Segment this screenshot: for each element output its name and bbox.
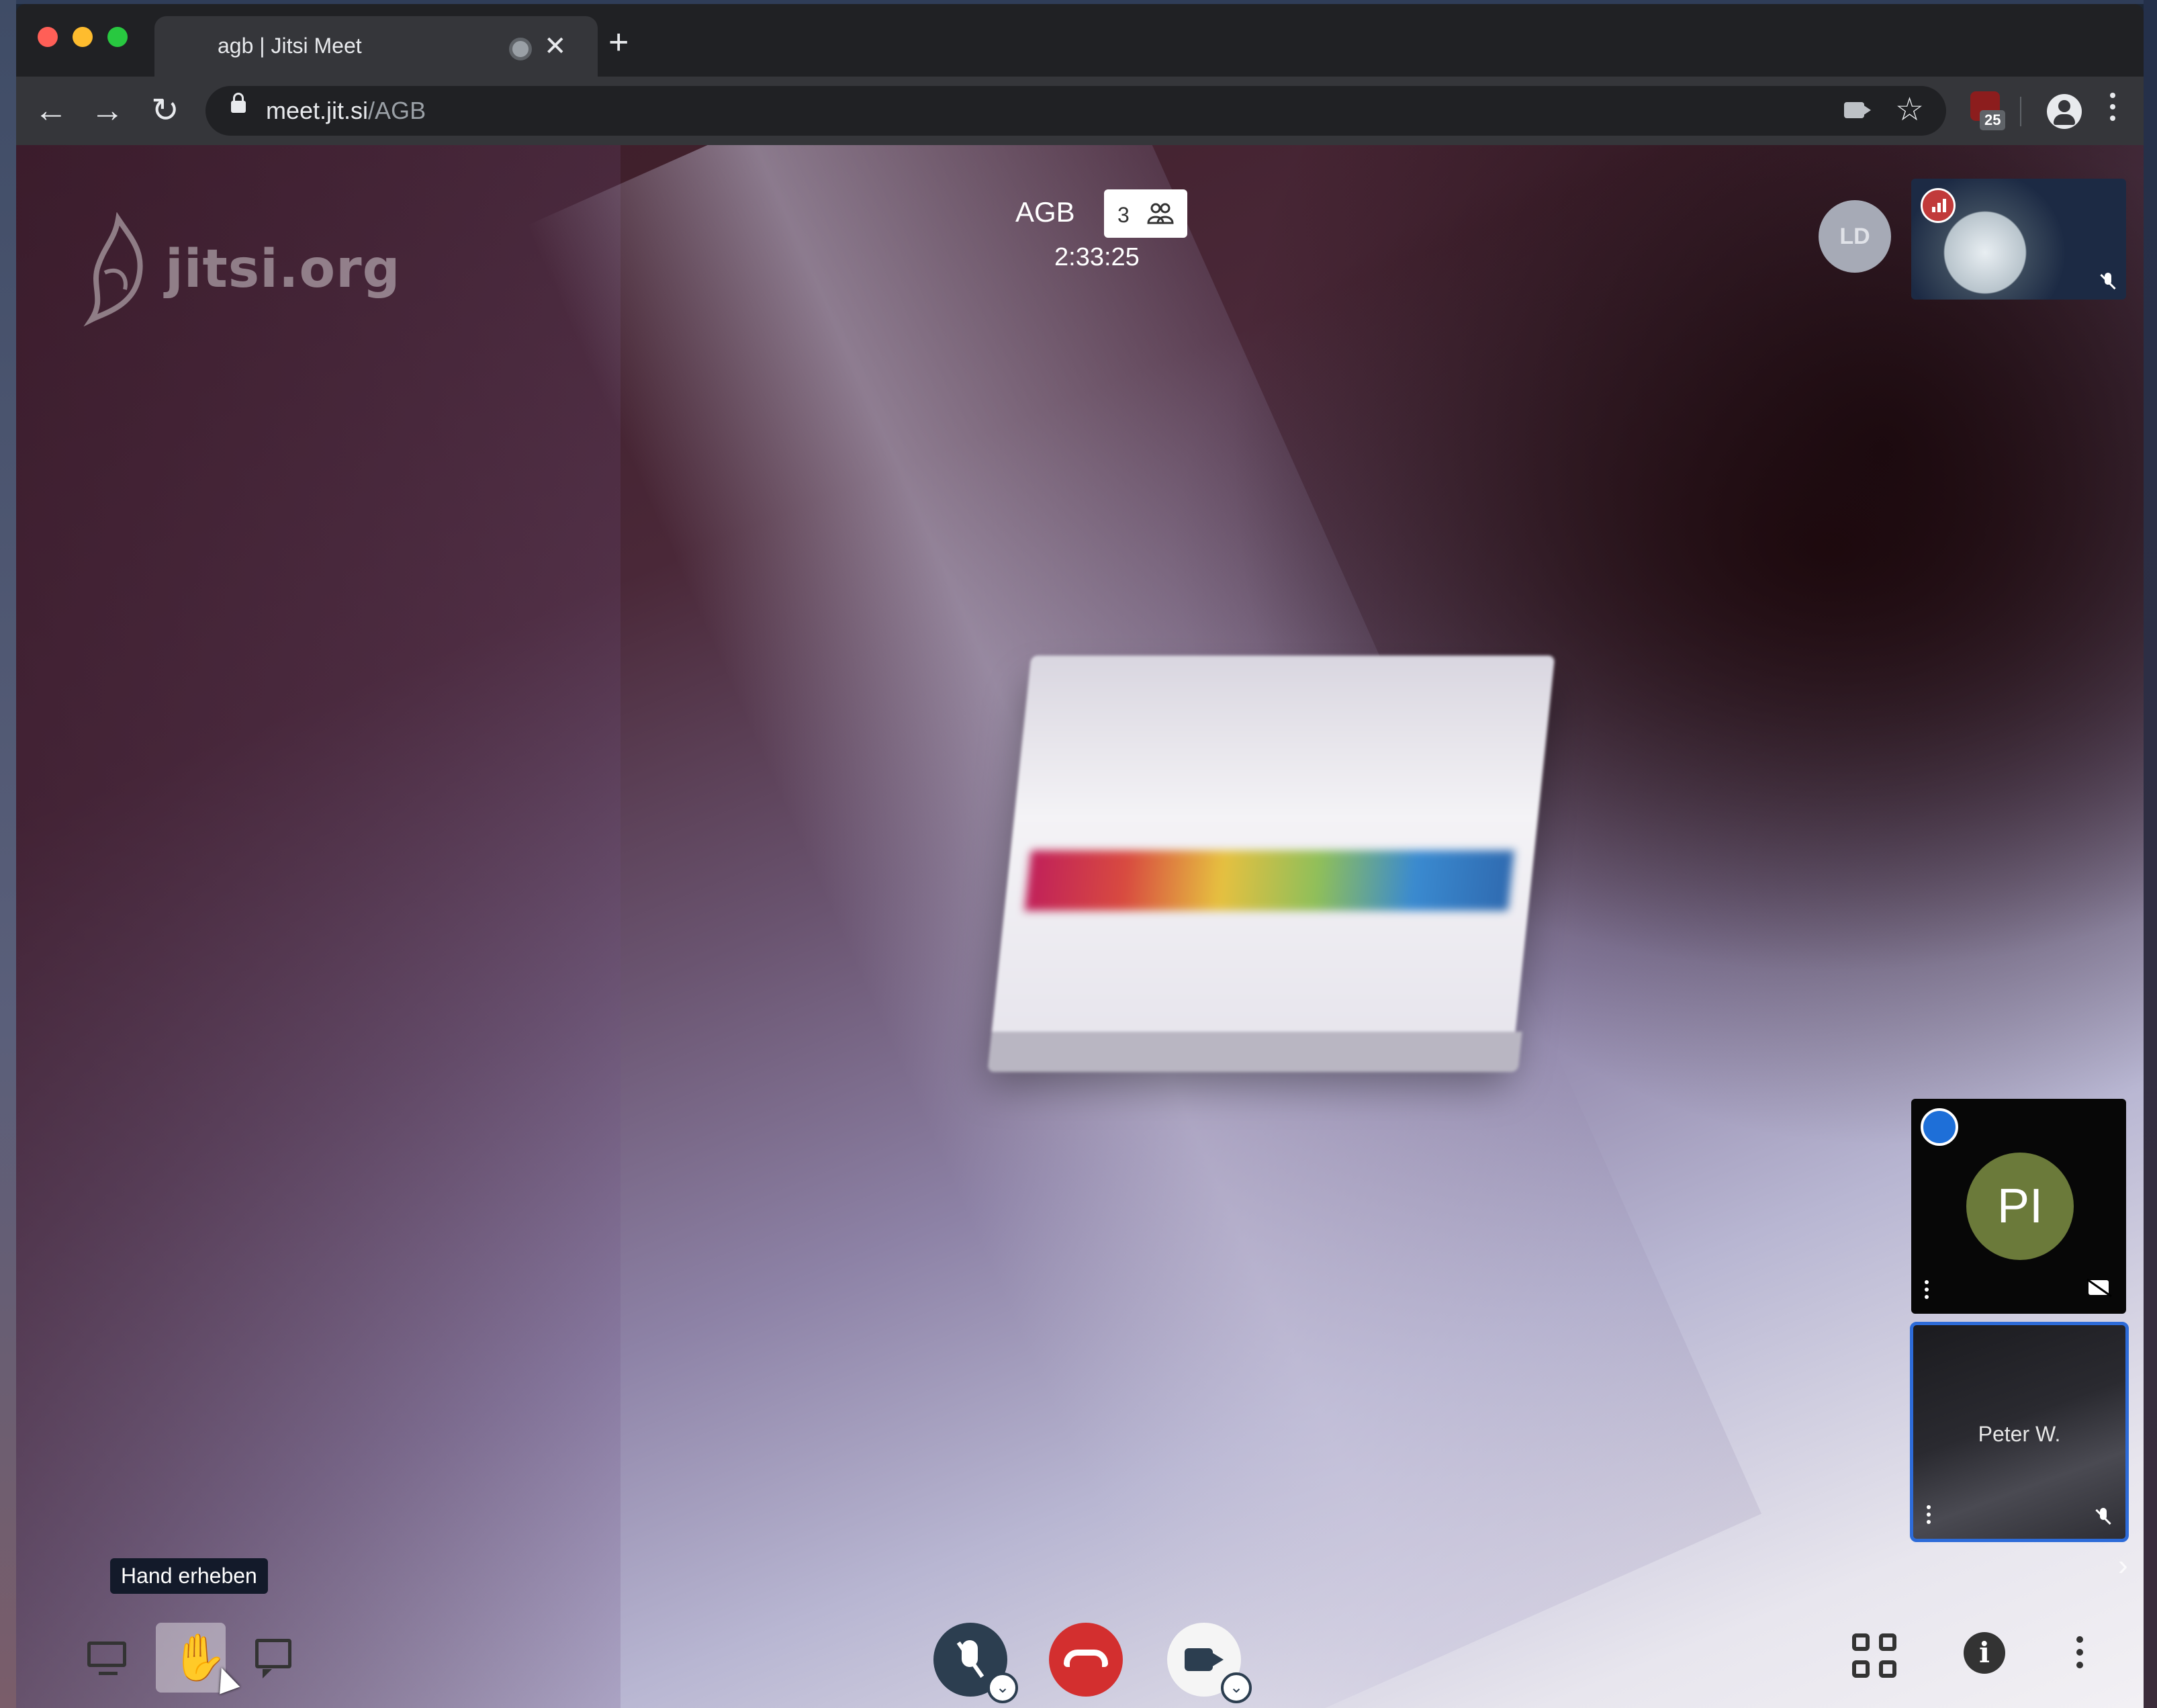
chat-button[interactable] — [239, 1623, 309, 1693]
thumbnail-participant-pi[interactable]: PI — [1911, 1099, 2126, 1314]
participants-icon — [1147, 203, 1174, 224]
camera-permission-icon[interactable] — [1844, 102, 1871, 118]
desktop-background-left — [0, 0, 16, 1708]
participant-count: 3 — [1117, 203, 1130, 227]
jitsi-watermark[interactable]: jitsi.org — [78, 212, 400, 330]
minimize-window-button[interactable] — [73, 27, 93, 47]
filmstrip-toggle-icon[interactable]: › — [2118, 1549, 2128, 1582]
extension-badge: 25 — [1980, 110, 2006, 130]
lock-icon — [231, 93, 246, 113]
thumbnail-muted-mic-icon — [2096, 1508, 2111, 1528]
thumbnail-local-video[interactable] — [1911, 179, 2126, 300]
microphone-button[interactable]: ⌄ — [933, 1623, 1018, 1703]
maximize-window-button[interactable] — [107, 27, 128, 47]
close-window-button[interactable] — [38, 27, 58, 47]
book-edge — [987, 1032, 1522, 1072]
recording-indicator-icon — [509, 38, 532, 60]
video-settings-arrow-icon[interactable]: ⌄ — [1221, 1672, 1252, 1703]
participant-count-button[interactable]: 3 — [1104, 189, 1187, 238]
large-video[interactable]: jitsi.org AGB 3 2:33:25 LD PI Peter W. ›… — [16, 145, 2144, 1708]
url-text[interactable]: meet.jit.si/AGB — [266, 97, 426, 125]
thumbnail-muted-mic-icon — [2101, 273, 2115, 293]
browser-toolbar: ← → ↻ meet.jit.si/AGB ☆ 25 — [16, 77, 2144, 145]
conference-timer: 2:33:25 — [1054, 243, 1140, 271]
thumbnail-menu-icon[interactable] — [1925, 1280, 1929, 1302]
tab-title: agb | Jitsi Meet — [218, 34, 362, 58]
reload-button[interactable]: ↻ — [144, 89, 187, 132]
more-icon[interactable] — [2076, 1636, 2083, 1674]
meeting-toolbar: ✋ ⌄ ⌄ i — [16, 1609, 2144, 1708]
hangup-icon — [1064, 1650, 1108, 1667]
watermark-text: jitsi.org — [165, 239, 401, 300]
browser-menu-icon[interactable] — [2110, 93, 2115, 127]
bookmark-star-icon[interactable]: ☆ — [1895, 91, 1924, 129]
book-color-stripe — [1024, 850, 1515, 911]
new-tab-button[interactable]: + — [608, 25, 629, 60]
raise-hand-tooltip: Hand erheben — [110, 1558, 268, 1594]
tile-view-icon[interactable] — [1852, 1633, 1899, 1680]
connection-quality-icon[interactable] — [1921, 188, 1956, 223]
audio-settings-arrow-icon[interactable]: ⌄ — [987, 1672, 1018, 1703]
room-name: AGB — [1015, 196, 1075, 228]
toolbar-divider — [2020, 97, 2021, 126]
hangup-button[interactable] — [1049, 1623, 1123, 1697]
camera-button[interactable]: ⌄ — [1167, 1623, 1252, 1703]
info-icon[interactable]: i — [1964, 1632, 2005, 1674]
dominant-speaker-icon — [1921, 1108, 1958, 1146]
browser-window: agb | Jitsi Meet ✕ + ← → ↻ meet.jit.si/A… — [16, 4, 2144, 1708]
url-path: /AGB — [368, 97, 426, 124]
screen-share-button[interactable] — [73, 1623, 142, 1693]
profile-icon[interactable] — [2047, 94, 2082, 129]
forward-button[interactable]: → — [86, 89, 129, 132]
close-tab-icon[interactable]: ✕ — [544, 30, 567, 63]
video-scene-shadow — [16, 145, 621, 1708]
address-bar[interactable]: meet.jit.si/AGB ☆ — [205, 86, 1946, 136]
thumbnail-participant-peter[interactable]: Peter W. — [1910, 1322, 2129, 1542]
browser-titlebar: agb | Jitsi Meet ✕ + — [16, 4, 2144, 77]
participant-name: Peter W. — [1978, 1422, 2061, 1446]
desktop-background-right — [2144, 0, 2157, 1708]
thumbnail-menu-icon[interactable] — [1927, 1505, 1931, 1527]
url-host: meet.jit.si — [266, 97, 369, 124]
video-scene-book — [987, 656, 1555, 1072]
camera-icon — [1185, 1648, 1224, 1671]
local-avatar[interactable]: LD — [1819, 200, 1891, 273]
chat-icon — [255, 1639, 291, 1678]
jitsi-logo-icon — [83, 212, 143, 327]
participant-avatar: PI — [1966, 1153, 2074, 1260]
back-button[interactable]: ← — [30, 89, 73, 132]
browser-tab[interactable]: agb | Jitsi Meet ✕ — [154, 16, 598, 77]
camera-off-icon — [2089, 1280, 2109, 1295]
screen-share-icon — [87, 1642, 126, 1675]
